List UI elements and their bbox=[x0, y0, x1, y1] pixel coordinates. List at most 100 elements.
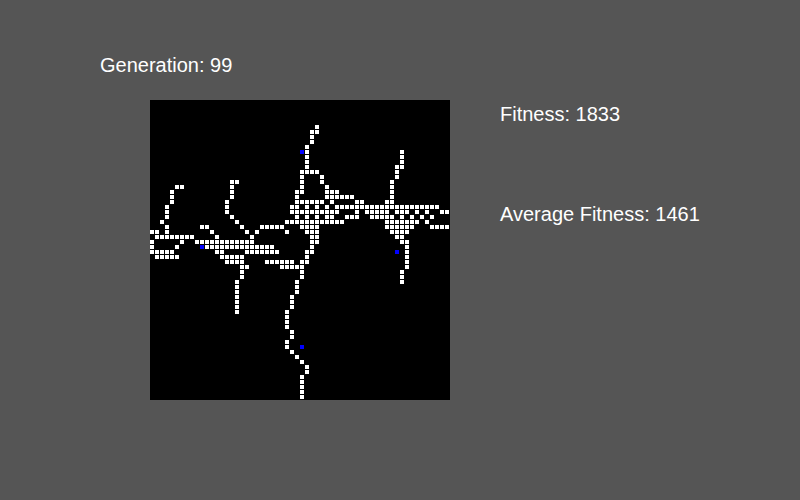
grid-cell bbox=[415, 220, 419, 224]
grid-cell bbox=[340, 220, 344, 224]
grid-cell bbox=[320, 175, 324, 179]
grid-cell bbox=[215, 245, 219, 249]
grid-cell bbox=[350, 205, 354, 209]
grid-cell bbox=[380, 215, 384, 219]
grid-cell bbox=[335, 195, 339, 199]
grid-cell bbox=[310, 170, 314, 174]
grid-cell bbox=[235, 295, 239, 299]
grid-cell bbox=[275, 250, 279, 254]
grid-cell bbox=[370, 215, 374, 219]
grid-cell bbox=[400, 165, 404, 169]
grid-cell bbox=[325, 210, 329, 214]
grid-cell bbox=[290, 295, 294, 299]
grid-cell bbox=[400, 150, 404, 154]
grid-cell bbox=[305, 220, 309, 224]
grid-cell bbox=[305, 365, 309, 369]
grid-cell bbox=[180, 185, 184, 189]
grid-cell bbox=[250, 235, 254, 239]
grid-cell bbox=[165, 225, 169, 229]
grid-cell bbox=[235, 255, 239, 259]
grid-cell bbox=[210, 230, 214, 234]
grid-cell bbox=[260, 250, 264, 254]
grid-cell bbox=[405, 265, 409, 269]
grid-cell bbox=[160, 255, 164, 259]
grid-cell bbox=[335, 220, 339, 224]
grid-cell bbox=[290, 305, 294, 309]
grid-cell bbox=[385, 215, 389, 219]
grid-cell bbox=[370, 210, 374, 214]
grid-cell bbox=[405, 245, 409, 249]
grid-cell bbox=[260, 245, 264, 249]
grid-cell bbox=[300, 360, 304, 364]
grid-cell bbox=[290, 260, 294, 264]
grid-cell bbox=[295, 210, 299, 214]
grid-cell bbox=[310, 230, 314, 234]
grid-cell bbox=[155, 230, 159, 234]
grid-cell bbox=[205, 225, 209, 229]
grid-cell bbox=[300, 170, 304, 174]
grid-cell bbox=[240, 240, 244, 244]
grid-cell bbox=[305, 260, 309, 264]
grid-cell bbox=[370, 205, 374, 209]
generation-label: Generation: 99 bbox=[100, 52, 800, 78]
grid-cell bbox=[400, 240, 404, 244]
agent-cell bbox=[300, 345, 304, 349]
grid-cell bbox=[290, 210, 294, 214]
grid-cell bbox=[405, 225, 409, 229]
grid-cell bbox=[235, 245, 239, 249]
grid-cell bbox=[295, 215, 299, 219]
grid-cell bbox=[355, 215, 359, 219]
grid-cell bbox=[315, 215, 319, 219]
grid-cell bbox=[315, 125, 319, 129]
grid-cell bbox=[330, 195, 334, 199]
grid-cell bbox=[220, 255, 224, 259]
grid-cell bbox=[435, 225, 439, 229]
grid-cell bbox=[400, 160, 404, 164]
grid-cell bbox=[240, 275, 244, 279]
grid-cell bbox=[310, 220, 314, 224]
grid-cell bbox=[255, 230, 259, 234]
grid-cell bbox=[230, 245, 234, 249]
grid-cell bbox=[165, 235, 169, 239]
grid-cell bbox=[390, 180, 394, 184]
grid-cell bbox=[310, 135, 314, 139]
grid-cell bbox=[315, 200, 319, 204]
stats-panel: Fitness: 1833Average Fitness: 1461 bbox=[500, 100, 700, 400]
grid-cell bbox=[345, 195, 349, 199]
grid-cell bbox=[285, 345, 289, 349]
grid-cell bbox=[175, 235, 179, 239]
grid-cell bbox=[430, 205, 434, 209]
grid-cell bbox=[225, 255, 229, 259]
grid-cell bbox=[220, 245, 224, 249]
grid-cell bbox=[290, 335, 294, 339]
grid-cell bbox=[210, 240, 214, 244]
grid-cell bbox=[150, 230, 154, 234]
grid-cell bbox=[295, 190, 299, 194]
grid-cell bbox=[265, 245, 269, 249]
grid-cell bbox=[375, 210, 379, 214]
grid-cell bbox=[265, 250, 269, 254]
grid-cell bbox=[170, 235, 174, 239]
grid-cell bbox=[150, 240, 154, 244]
grid-cell bbox=[160, 250, 164, 254]
grid-cell bbox=[300, 375, 304, 379]
grid-cell bbox=[290, 265, 294, 269]
grid-cell bbox=[335, 190, 339, 194]
grid-cell bbox=[285, 340, 289, 344]
grid-cell bbox=[410, 220, 414, 224]
grid-cell bbox=[285, 230, 289, 234]
grid-cell bbox=[170, 255, 174, 259]
grid-cell bbox=[320, 200, 324, 204]
grid-cell bbox=[410, 205, 414, 209]
grid-cell bbox=[205, 245, 209, 249]
grid-cell bbox=[435, 205, 439, 209]
grid-cell bbox=[190, 235, 194, 239]
grid-cell bbox=[400, 230, 404, 234]
grid-cell bbox=[290, 300, 294, 304]
grid-cell bbox=[315, 210, 319, 214]
grid-cell bbox=[305, 170, 309, 174]
grid-cell bbox=[240, 265, 244, 269]
grid-cell bbox=[300, 275, 304, 279]
grid-cell bbox=[400, 215, 404, 219]
grid-cell bbox=[235, 290, 239, 294]
